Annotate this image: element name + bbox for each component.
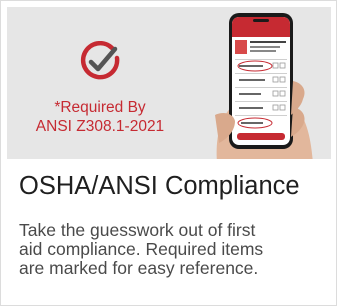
hand-holding-phone-image — [215, 13, 313, 159]
description-line: are marked for easy reference. — [19, 258, 259, 278]
required-by-text: *Required By — [54, 99, 146, 116]
check-circle-icon — [80, 41, 120, 80]
standard-text: ANSI Z308.1-2021 — [35, 118, 165, 135]
description-line: Take the guesswork out of first — [19, 220, 256, 240]
hero-image: *Required By ANSI Z308.1-2021 — [7, 7, 331, 159]
card-title: OSHA/ANSI Compliance — [19, 172, 300, 200]
card-description: Take the guesswork out of first aid comp… — [19, 221, 329, 278]
feature-card: *Required By ANSI Z308.1-2021 OSHA/ANSI … — [0, 0, 337, 306]
description-line: aid compliance. Required items — [19, 239, 264, 259]
